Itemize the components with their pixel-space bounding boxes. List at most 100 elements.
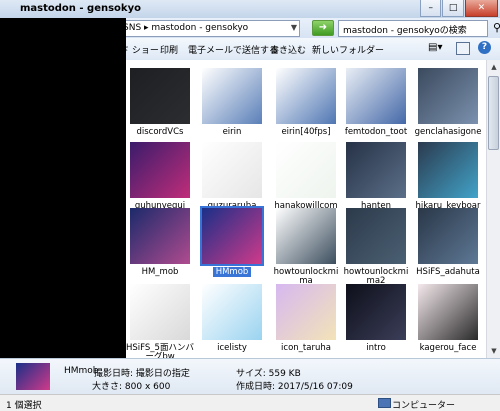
maximize-icon: □ — [448, 3, 458, 13]
close-icon: ✕ — [477, 3, 486, 13]
address-path: SNS ▸ mastodon - gensokyo — [123, 23, 249, 33]
file-name: icelisty — [198, 344, 266, 353]
status-location: コンピューター — [392, 401, 456, 411]
file-item[interactable]: eirin[40fps] — [272, 64, 340, 146]
details-shot-label: 撮影日時: — [94, 369, 134, 379]
vertical-scrollbar[interactable]: ▲ ▼ — [486, 60, 500, 358]
view-options-icon[interactable]: ▤▾ — [428, 42, 442, 53]
file-name-text: discordVCs — [136, 127, 184, 137]
scroll-up-icon[interactable]: ▲ — [487, 60, 500, 74]
file-name-text: HSiFS_5面ハンバーグbw — [126, 343, 194, 359]
file-name-text: femtodon_toot — [344, 127, 408, 137]
title-bar: mastodon - gensokyo – □ ✕ — [0, 0, 500, 19]
file-name: HSiFS_adahuta — [414, 268, 482, 277]
chevron-down-icon[interactable]: ▼ — [291, 23, 297, 32]
toolbar-email[interactable]: 電子メールで送信する — [188, 43, 278, 56]
scroll-down-icon[interactable]: ▼ — [487, 344, 500, 358]
file-thumbnail — [202, 142, 262, 198]
details-dim-value: 800 x 600 — [124, 382, 171, 392]
file-name: femtodon_toot — [342, 128, 410, 137]
file-name: eirin — [198, 128, 266, 137]
file-thumbnail — [418, 284, 478, 340]
refresh-icon: ➜ — [318, 22, 328, 33]
details-created-value: 2017/5/16 07:09 — [277, 382, 353, 392]
file-grid: discordVCs eirin eirin[40fps] femtodon_toot… — [126, 60, 486, 358]
file-thumbnail — [346, 208, 406, 264]
file-thumbnail — [418, 142, 478, 198]
minimize-button[interactable]: – — [420, 0, 442, 17]
details-pane: HMmob 撮影日時: 撮影日の指定 大きさ: 800 x 600 サイズ: 5… — [0, 358, 500, 395]
file-name: intro — [342, 344, 410, 353]
search-placeholder: mastodon - gensokyoの検索 — [343, 26, 467, 36]
file-name: eirin[40fps] — [272, 128, 340, 137]
details-dimensions: 大きさ: 800 x 600 — [92, 379, 170, 392]
help-icon[interactable]: ? — [478, 41, 491, 54]
file-item[interactable]: HM_mob — [126, 204, 194, 286]
file-name: kagerou_face — [414, 344, 482, 353]
file-name-text: eirin[40fps] — [281, 127, 331, 137]
status-bar: 1 個選択 コンピューター — [0, 394, 500, 411]
file-thumbnail — [200, 206, 264, 266]
details-size: サイズ: 559 KB — [236, 366, 301, 379]
file-item[interactable]: HSiFS_adahuta — [414, 204, 482, 286]
window-controls: – □ ✕ — [420, 0, 498, 17]
close-button[interactable]: ✕ — [464, 0, 498, 17]
details-shot-value[interactable]: 撮影日の指定 — [136, 369, 190, 379]
details-created-label: 作成日時: — [236, 382, 276, 392]
navigation-pane-redacted — [0, 18, 126, 358]
toolbar-print[interactable]: 印刷 — [160, 43, 178, 56]
file-thumbnail — [276, 142, 336, 198]
file-name: discordVCs — [126, 128, 194, 137]
file-thumbnail — [418, 208, 478, 264]
file-thumbnail — [346, 68, 406, 124]
details-size-value: 559 KB — [268, 369, 301, 379]
maximize-button[interactable]: □ — [442, 0, 464, 17]
file-item[interactable]: icon_taruha — [272, 280, 340, 358]
search-icon[interactable]: ⚲ — [493, 21, 500, 34]
file-item[interactable]: icelisty — [198, 280, 266, 358]
file-name-text: eirin — [222, 127, 242, 137]
file-item[interactable]: intro — [342, 280, 410, 358]
file-item[interactable]: HMmob — [198, 204, 266, 286]
file-item[interactable]: howtounlockmima — [272, 204, 340, 286]
file-item[interactable]: discordVCs — [126, 64, 194, 146]
file-thumbnail — [276, 284, 336, 340]
file-item[interactable]: eirin — [198, 64, 266, 146]
file-name-text: HSiFS_adahuta — [416, 267, 480, 277]
details-shot-date: 撮影日時: 撮影日の指定 — [94, 366, 190, 379]
file-thumbnail — [202, 284, 262, 340]
file-name: genclahasigone — [414, 128, 482, 137]
file-item[interactable]: kagerou_face — [414, 280, 482, 358]
file-name-text: genclahasigone — [414, 127, 482, 137]
toolbar-new-folder[interactable]: 新しいフォルダー — [312, 43, 384, 56]
search-input[interactable]: mastodon - gensokyoの検索 ⚲ — [338, 20, 500, 37]
details-dim-label: 大きさ: — [92, 382, 123, 392]
file-item[interactable]: howtounlockmima2 — [342, 204, 410, 286]
file-thumbnail — [276, 68, 336, 124]
scrollbar-thumb[interactable] — [488, 76, 499, 150]
toolbar-burn[interactable]: 書き込む — [270, 43, 306, 56]
file-thumbnail — [130, 284, 190, 340]
file-name-text: HM_mob — [141, 267, 179, 277]
file-name: icon_taruha — [272, 344, 340, 353]
file-thumbnail — [130, 208, 190, 264]
file-name-text: intro — [366, 343, 386, 353]
file-item[interactable]: HSiFS_5面ハンバーグbw — [126, 280, 194, 358]
file-thumbnail — [346, 142, 406, 198]
refresh-button[interactable]: ➜ — [312, 20, 334, 36]
address-bar[interactable]: SNS ▸ mastodon - gensokyo ▼ — [118, 20, 300, 37]
file-name: HMmob — [198, 267, 266, 277]
file-name: HSiFS_5面ハンバーグbw — [126, 343, 194, 359]
details-size-label: サイズ: — [236, 369, 266, 379]
file-thumbnail — [276, 208, 336, 264]
file-item[interactable]: genclahasigone — [414, 64, 482, 146]
window-title: mastodon - gensokyo — [20, 3, 141, 14]
file-name-text: icon_taruha — [281, 343, 331, 353]
minimize-icon: – — [428, 3, 433, 13]
file-name-text: icelisty — [217, 343, 247, 353]
computer-icon — [378, 398, 391, 408]
file-item[interactable]: femtodon_toot — [342, 64, 410, 146]
file-name-text: kagerou_face — [419, 343, 477, 353]
details-created: 作成日時: 2017/5/16 07:09 — [236, 379, 353, 392]
preview-pane-icon[interactable] — [456, 42, 470, 55]
